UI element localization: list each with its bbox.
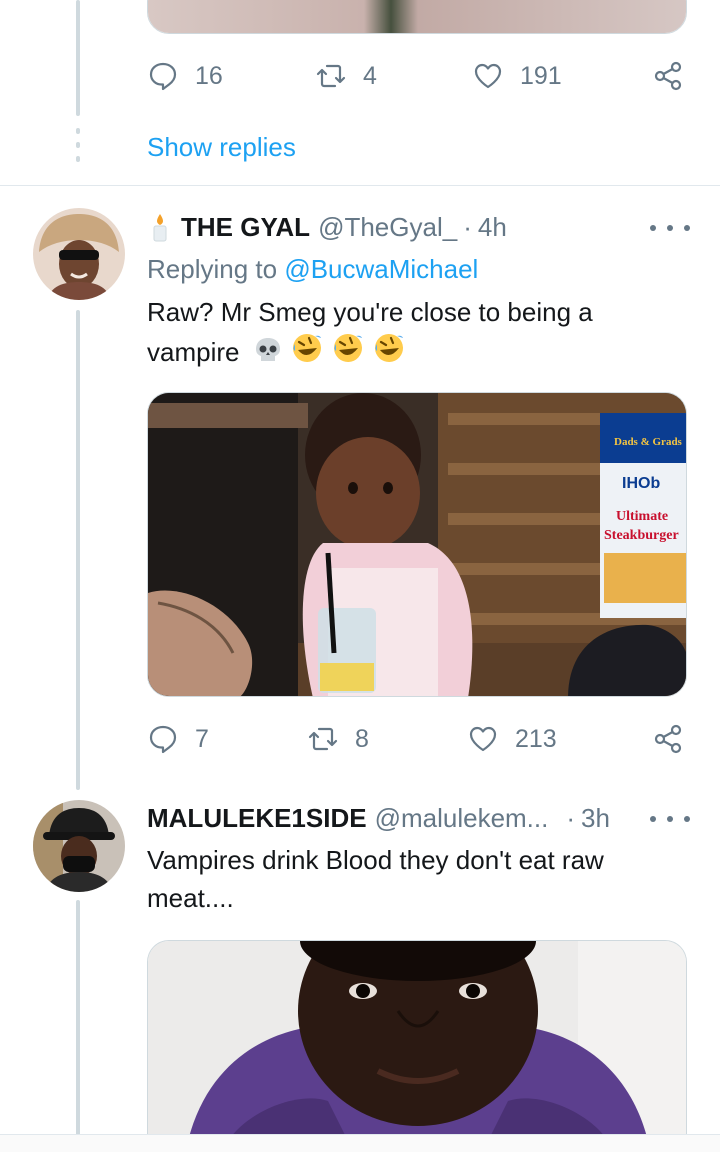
reply-icon xyxy=(149,725,177,754)
more-options-icon[interactable] xyxy=(650,218,690,238)
thread-dot xyxy=(76,128,80,134)
candle-icon xyxy=(153,214,167,242)
tweet-actions: 7 8 213 xyxy=(147,719,692,759)
tweet-text-line: Raw? Mr Smeg you're close to being a xyxy=(147,297,593,327)
thread-line xyxy=(76,0,80,116)
reply-icon xyxy=(149,62,177,91)
tweet-text-word: vampire xyxy=(147,337,240,367)
tweet-header: THE GYAL @TheGyal_ · 4h xyxy=(147,208,507,246)
tweet-media-image[interactable] xyxy=(147,0,687,34)
avatar[interactable] xyxy=(33,208,125,300)
share-icon xyxy=(654,724,682,754)
rolling-laughing-icon xyxy=(292,334,321,362)
like-count: 213 xyxy=(515,724,557,753)
like-count: 191 xyxy=(520,61,562,90)
show-replies-link[interactable]: Show replies xyxy=(147,132,296,163)
reply-count: 16 xyxy=(195,61,223,90)
thread-line xyxy=(76,900,80,1140)
heart-icon xyxy=(474,63,502,89)
tweet-media-image[interactable]: Dads & Grads IHOb Ultimate Steakburger xyxy=(147,392,687,697)
bottom-bar xyxy=(0,1134,720,1152)
separator-dot: · xyxy=(566,802,576,833)
tweet-text-line: Vampires drink Blood they don't eat raw xyxy=(147,845,604,875)
retweet-button[interactable]: 8 xyxy=(307,719,369,759)
avatar[interactable] xyxy=(33,800,125,892)
divider xyxy=(0,185,720,186)
thread-dot xyxy=(76,142,80,148)
share-button[interactable] xyxy=(652,56,684,96)
mention-link[interactable]: @BucwaMichael xyxy=(284,254,478,284)
retweet-icon xyxy=(308,727,338,751)
heart-icon xyxy=(469,726,497,752)
reply-count: 7 xyxy=(195,724,209,753)
retweet-count: 8 xyxy=(355,724,369,753)
timestamp[interactable]: 3h xyxy=(581,803,610,834)
skull-icon xyxy=(255,338,280,361)
share-icon xyxy=(654,61,682,91)
tweet-text: Vampires drink Blood they don't eat raw … xyxy=(147,841,667,917)
tweet-text-line: meat.... xyxy=(147,883,234,913)
user-handle[interactable]: @malulekem... xyxy=(375,803,549,834)
replying-prefix: Replying to xyxy=(147,254,278,284)
retweet-icon xyxy=(316,64,346,88)
retweet-button[interactable]: 4 xyxy=(315,56,377,96)
tweet-media-image[interactable] xyxy=(147,940,687,1140)
tweet-header: MALULEKE1SIDE @malulekem... · 3h xyxy=(147,799,610,837)
promo-top-text: Dads & Grads xyxy=(614,436,683,448)
timestamp[interactable]: 4h xyxy=(478,212,507,243)
retweet-count: 4 xyxy=(363,61,377,90)
tweet-actions: 16 4 191 xyxy=(147,56,692,96)
reply-button[interactable]: 16 xyxy=(147,56,223,96)
reply-button[interactable]: 7 xyxy=(147,719,209,759)
like-button[interactable]: 191 xyxy=(472,56,562,96)
promo-title-1: Ultimate xyxy=(616,509,668,524)
replying-to: Replying to @BucwaMichael xyxy=(147,254,478,285)
tweet-text-line-2: vampire xyxy=(147,331,667,371)
separator-dot: · xyxy=(463,211,472,242)
display-name[interactable]: THE GYAL xyxy=(181,212,310,243)
thread-line xyxy=(76,310,80,790)
rolling-laughing-icon xyxy=(375,334,404,362)
user-handle[interactable]: @TheGyal_ xyxy=(318,212,457,243)
rolling-laughing-icon xyxy=(334,334,363,362)
more-options-icon[interactable] xyxy=(650,809,690,829)
display-name[interactable]: MALULEKE1SIDE xyxy=(147,803,367,834)
thread-dot xyxy=(76,156,80,162)
brand-text: IHOb xyxy=(622,475,660,492)
like-button[interactable]: 213 xyxy=(467,719,557,759)
share-button[interactable] xyxy=(652,719,684,759)
promo-title-2: Steakburger xyxy=(604,528,679,543)
tweet-text: Raw? Mr Smeg you're close to being a vam… xyxy=(147,293,667,371)
